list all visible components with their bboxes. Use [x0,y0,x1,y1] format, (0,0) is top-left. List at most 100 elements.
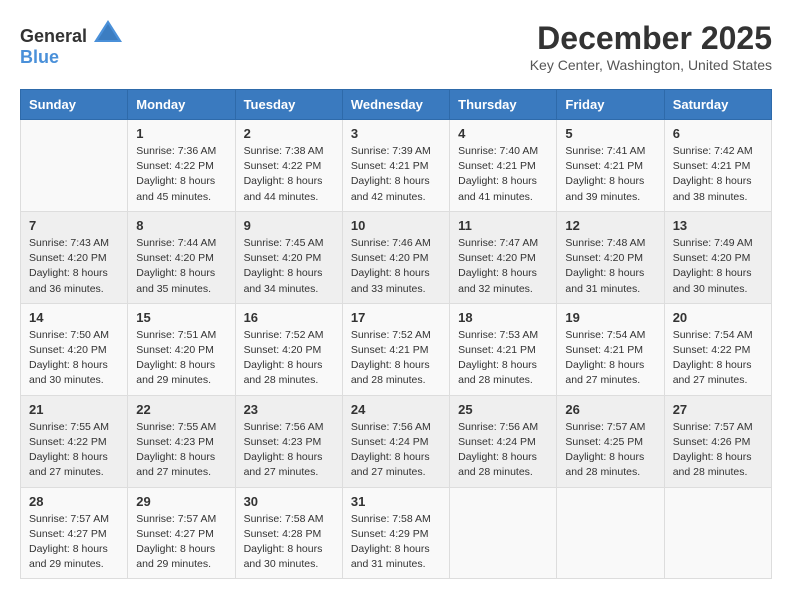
week-row-2: 7 Sunrise: 7:43 AM Sunset: 4:20 PM Daylig… [21,211,772,303]
day-number: 12 [565,218,655,233]
cell-content: Sunrise: 7:47 AM Sunset: 4:20 PM Dayligh… [458,236,548,297]
calendar-cell: 16Sunrise: 7:52 AM Sunset: 4:20 PM Dayli… [235,303,342,395]
calendar-cell: 24 Sunrise: 7:56 AM Sunset: 4:24 PM Dayli… [342,395,449,487]
cell-content: Sunrise: 7:46 AM Sunset: 4:20 PM Dayligh… [351,236,441,297]
col-header-wednesday: Wednesday [342,90,449,120]
cell-content: Sunrise: 7:51 AM Sunset: 4:20 PM Dayligh… [136,328,226,389]
day-number: 18 [458,310,548,325]
col-header-friday: Friday [557,90,664,120]
calendar-cell: 4Sunrise: 7:40 AM Sunset: 4:21 PM Daylig… [450,120,557,212]
col-header-monday: Monday [128,90,235,120]
calendar-cell [450,487,557,579]
day-number: 10 [351,218,441,233]
calendar-table: SundayMondayTuesdayWednesdayThursdayFrid… [20,89,772,579]
logo-blue: Blue [20,47,59,67]
cell-content: Sunrise: 7:36 AM Sunset: 4:22 PM Dayligh… [136,144,226,205]
calendar-cell: 11 Sunrise: 7:47 AM Sunset: 4:20 PM Dayli… [450,211,557,303]
day-number: 31 [351,494,441,509]
calendar-cell: 20Sunrise: 7:54 AM Sunset: 4:22 PM Dayli… [664,303,771,395]
cell-content: Sunrise: 7:55 AM Sunset: 4:23 PM Dayligh… [136,420,226,481]
calendar-cell: 13 Sunrise: 7:49 AM Sunset: 4:20 PM Dayli… [664,211,771,303]
cell-content: Sunrise: 7:57 AM Sunset: 4:25 PM Dayligh… [565,420,655,481]
day-number: 17 [351,310,441,325]
page-header: General Blue December 2025 Key Center, W… [20,20,772,73]
day-number: 29 [136,494,226,509]
cell-content: Sunrise: 7:40 AM Sunset: 4:21 PM Dayligh… [458,144,548,205]
week-row-4: 21 Sunrise: 7:55 AM Sunset: 4:22 PM Dayli… [21,395,772,487]
cell-content: Sunrise: 7:49 AM Sunset: 4:20 PM Dayligh… [673,236,763,297]
cell-content: Sunrise: 7:55 AM Sunset: 4:22 PM Dayligh… [29,420,119,481]
day-number: 20 [673,310,763,325]
cell-content: Sunrise: 7:53 AM Sunset: 4:21 PM Dayligh… [458,328,548,389]
cell-content: Sunrise: 7:56 AM Sunset: 4:24 PM Dayligh… [458,420,548,481]
day-number: 23 [244,402,334,417]
day-number: 21 [29,402,119,417]
col-header-saturday: Saturday [664,90,771,120]
cell-content: Sunrise: 7:42 AM Sunset: 4:21 PM Dayligh… [673,144,763,205]
week-row-1: 1 Sunrise: 7:36 AM Sunset: 4:22 PM Daylig… [21,120,772,212]
day-number: 27 [673,402,763,417]
day-number: 8 [136,218,226,233]
calendar-cell: 7 Sunrise: 7:43 AM Sunset: 4:20 PM Daylig… [21,211,128,303]
day-number: 7 [29,218,119,233]
calendar-cell: 14 Sunrise: 7:50 AM Sunset: 4:20 PM Dayli… [21,303,128,395]
calendar-cell: 21 Sunrise: 7:55 AM Sunset: 4:22 PM Dayli… [21,395,128,487]
cell-content: Sunrise: 7:50 AM Sunset: 4:20 PM Dayligh… [29,328,119,389]
calendar-cell: 23 Sunrise: 7:56 AM Sunset: 4:23 PM Dayli… [235,395,342,487]
calendar-cell: 26Sunrise: 7:57 AM Sunset: 4:25 PM Dayli… [557,395,664,487]
cell-content: Sunrise: 7:45 AM Sunset: 4:20 PM Dayligh… [244,236,334,297]
calendar-cell: 3Sunrise: 7:39 AM Sunset: 4:21 PM Daylig… [342,120,449,212]
month-title: December 2025 [530,20,772,57]
header-row: SundayMondayTuesdayWednesdayThursdayFrid… [21,90,772,120]
day-number: 2 [244,126,334,141]
calendar-cell: 17 Sunrise: 7:52 AM Sunset: 4:21 PM Dayli… [342,303,449,395]
calendar-cell: 30 Sunrise: 7:58 AM Sunset: 4:28 PM Dayli… [235,487,342,579]
logo: General Blue [20,20,122,68]
day-number: 5 [565,126,655,141]
week-row-3: 14 Sunrise: 7:50 AM Sunset: 4:20 PM Dayli… [21,303,772,395]
calendar-cell: 9 Sunrise: 7:45 AM Sunset: 4:20 PM Daylig… [235,211,342,303]
day-number: 25 [458,402,548,417]
cell-content: Sunrise: 7:38 AM Sunset: 4:22 PM Dayligh… [244,144,334,205]
location-title: Key Center, Washington, United States [530,57,772,73]
cell-content: Sunrise: 7:56 AM Sunset: 4:24 PM Dayligh… [351,420,441,481]
calendar-cell: 5 Sunrise: 7:41 AM Sunset: 4:21 PM Daylig… [557,120,664,212]
calendar-cell: 15 Sunrise: 7:51 AM Sunset: 4:20 PM Dayli… [128,303,235,395]
calendar-cell: 27Sunrise: 7:57 AM Sunset: 4:26 PM Dayli… [664,395,771,487]
calendar-cell: 2 Sunrise: 7:38 AM Sunset: 4:22 PM Daylig… [235,120,342,212]
cell-content: Sunrise: 7:48 AM Sunset: 4:20 PM Dayligh… [565,236,655,297]
cell-content: Sunrise: 7:58 AM Sunset: 4:29 PM Dayligh… [351,512,441,573]
day-number: 3 [351,126,441,141]
calendar-cell: 12 Sunrise: 7:48 AM Sunset: 4:20 PM Dayli… [557,211,664,303]
title-block: December 2025 Key Center, Washington, Un… [530,20,772,73]
day-number: 24 [351,402,441,417]
cell-content: Sunrise: 7:58 AM Sunset: 4:28 PM Dayligh… [244,512,334,573]
day-number: 30 [244,494,334,509]
calendar-cell: 19Sunrise: 7:54 AM Sunset: 4:21 PM Dayli… [557,303,664,395]
calendar-cell: 6Sunrise: 7:42 AM Sunset: 4:21 PM Daylig… [664,120,771,212]
cell-content: Sunrise: 7:41 AM Sunset: 4:21 PM Dayligh… [565,144,655,205]
cell-content: Sunrise: 7:56 AM Sunset: 4:23 PM Dayligh… [244,420,334,481]
day-number: 9 [244,218,334,233]
calendar-cell: 29Sunrise: 7:57 AM Sunset: 4:27 PM Dayli… [128,487,235,579]
day-number: 15 [136,310,226,325]
calendar-cell: 10 Sunrise: 7:46 AM Sunset: 4:20 PM Dayli… [342,211,449,303]
day-number: 1 [136,126,226,141]
calendar-cell [557,487,664,579]
day-number: 13 [673,218,763,233]
day-number: 22 [136,402,226,417]
cell-content: Sunrise: 7:44 AM Sunset: 4:20 PM Dayligh… [136,236,226,297]
day-number: 14 [29,310,119,325]
logo-general: General [20,26,87,46]
calendar-cell [664,487,771,579]
calendar-cell: 18 Sunrise: 7:53 AM Sunset: 4:21 PM Dayli… [450,303,557,395]
day-number: 16 [244,310,334,325]
day-number: 28 [29,494,119,509]
calendar-cell [21,120,128,212]
cell-content: Sunrise: 7:43 AM Sunset: 4:20 PM Dayligh… [29,236,119,297]
col-header-thursday: Thursday [450,90,557,120]
cell-content: Sunrise: 7:52 AM Sunset: 4:21 PM Dayligh… [351,328,441,389]
day-number: 11 [458,218,548,233]
day-number: 19 [565,310,655,325]
logo-text: General Blue [20,20,122,68]
